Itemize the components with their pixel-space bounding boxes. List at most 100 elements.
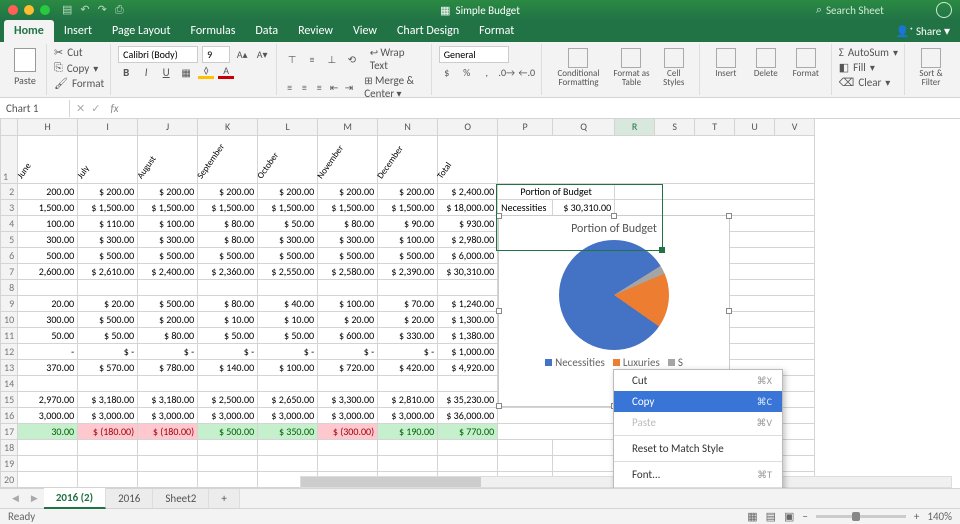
cell[interactable]: $ 20.00 <box>78 295 138 311</box>
cell[interactable]: $ - <box>258 343 318 359</box>
row-header[interactable]: 10 <box>1 311 18 327</box>
cell[interactable]: $ 1,500.00 <box>318 199 378 215</box>
align-left-icon[interactable]: ≡ <box>284 80 295 94</box>
merge-center-button[interactable]: ⊞ Merge & Center ▾ <box>364 74 424 100</box>
tab-chart-design[interactable]: Chart Design <box>387 20 469 42</box>
cell[interactable]: $ - <box>318 343 378 359</box>
sheet-tab[interactable]: 2016 (2) <box>44 488 106 509</box>
column-header[interactable]: O <box>438 119 498 135</box>
cell[interactable]: July <box>78 135 138 183</box>
fill-handle-icon[interactable] <box>659 247 665 253</box>
redo-icon[interactable]: ↷ <box>98 3 107 17</box>
column-header[interactable]: K <box>198 119 258 135</box>
cell[interactable]: $ 35,230.00 <box>438 391 498 407</box>
cell[interactable] <box>138 487 198 488</box>
cell[interactable] <box>198 439 258 455</box>
cell[interactable]: $ 1,380.00 <box>438 327 498 343</box>
cell[interactable]: $ (180.00) <box>138 423 198 439</box>
view-normal-icon[interactable]: ▦ <box>747 510 757 523</box>
tab-format[interactable]: Format <box>469 20 524 42</box>
cell[interactable] <box>78 375 138 391</box>
cell[interactable]: 50.00 <box>18 327 78 343</box>
cell[interactable]: $ 930.00 <box>438 215 498 231</box>
format-painter-button[interactable]: Format <box>72 77 104 90</box>
cell[interactable]: 2,970.00 <box>18 391 78 407</box>
fill-color-button[interactable]: ◊ <box>198 65 214 79</box>
cell[interactable] <box>198 487 258 488</box>
cell[interactable]: 3,000.00 <box>18 407 78 423</box>
cell[interactable] <box>258 455 318 471</box>
cell[interactable]: $ 200.00 <box>378 183 438 199</box>
cell[interactable]: $ 80.00 <box>198 231 258 247</box>
row-header[interactable]: 2 <box>1 183 18 199</box>
clear-icon[interactable]: ⌫ <box>839 76 855 89</box>
cell[interactable]: $ 3,000.00 <box>198 407 258 423</box>
name-box[interactable]: Chart 1 <box>0 100 70 117</box>
column-header[interactable]: I <box>78 119 138 135</box>
context-menu-item[interactable]: Copy⌘C <box>614 391 782 412</box>
paste-button[interactable]: Paste <box>10 46 40 89</box>
cell[interactable] <box>18 455 78 471</box>
cell[interactable]: June <box>18 135 78 183</box>
enter-formula-icon[interactable]: ✓ <box>91 102 100 115</box>
cell[interactable]: $ 500.00 <box>78 247 138 263</box>
cell[interactable]: $ 2,610.00 <box>78 263 138 279</box>
autosum-button[interactable]: AutoSum <box>848 46 889 59</box>
cell[interactable] <box>438 375 498 391</box>
cell[interactable]: $ 18,000.00 <box>438 199 498 215</box>
cell[interactable]: 20.00 <box>18 295 78 311</box>
cell[interactable] <box>78 471 138 487</box>
cell[interactable]: $ 2,360.00 <box>198 263 258 279</box>
border-button[interactable]: ▦ <box>178 65 194 79</box>
row-header[interactable]: 21 <box>1 487 18 488</box>
cell[interactable]: $ 200.00 <box>258 183 318 199</box>
tab-page-layout[interactable]: Page Layout <box>102 20 180 42</box>
cell[interactable]: $ 140.00 <box>198 359 258 375</box>
cell[interactable] <box>378 375 438 391</box>
scrollbar-thumb[interactable] <box>301 477 481 487</box>
sheet-tab[interactable]: Sheet2 <box>153 489 209 508</box>
format-as-table-button[interactable]: Format as Table <box>610 46 653 93</box>
cell[interactable]: $ 2,550.00 <box>258 263 318 279</box>
cell[interactable]: $ (180.00) <box>78 423 138 439</box>
increase-font-icon[interactable]: A▴ <box>234 48 250 62</box>
sort-filter-button[interactable]: Sort & Filter <box>912 46 950 89</box>
cell[interactable]: $ 50.00 <box>198 327 258 343</box>
cell[interactable]: $ - <box>378 343 438 359</box>
cell[interactable]: $ 3,000.00 <box>318 407 378 423</box>
cell[interactable]: $ 2,500.00 <box>198 391 258 407</box>
cell[interactable]: $ 1,000.00 <box>438 343 498 359</box>
cell[interactable]: - <box>18 343 78 359</box>
cell[interactable]: $ 500.00 <box>198 423 258 439</box>
sheet-nav-next-icon[interactable]: ▶ <box>25 493 44 504</box>
cell[interactable]: $ - <box>78 343 138 359</box>
align-right-icon[interactable]: ≡ <box>314 80 325 94</box>
add-sheet-button[interactable]: + <box>209 489 239 508</box>
column-header[interactable]: T <box>695 119 735 135</box>
cell[interactable]: $ 1,500.00 <box>138 199 198 215</box>
cell[interactable]: $ 500.00 <box>198 247 258 263</box>
row-header[interactable]: 9 <box>1 295 18 311</box>
resize-handle-icon[interactable] <box>496 403 502 409</box>
cell[interactable]: $ 2,390.00 <box>378 263 438 279</box>
zoom-level[interactable]: 140% <box>927 510 952 523</box>
undo-icon[interactable]: ↶ <box>80 3 89 17</box>
cell[interactable] <box>78 439 138 455</box>
cell[interactable]: 200.00 <box>18 183 78 199</box>
cell[interactable]: September <box>198 135 258 183</box>
cell[interactable]: Total <box>438 135 498 183</box>
cell[interactable]: $ 4,920.00 <box>438 359 498 375</box>
cell[interactable]: $ 780.00 <box>138 359 198 375</box>
print-icon[interactable]: ⎙ <box>115 3 124 17</box>
cell[interactable] <box>198 375 258 391</box>
cell[interactable]: 300.00 <box>18 231 78 247</box>
cell[interactable] <box>78 279 138 295</box>
cell[interactable]: $ 100.00 <box>138 215 198 231</box>
row-header[interactable]: 15 <box>1 391 18 407</box>
row-header[interactable]: 3 <box>1 199 18 215</box>
row-header[interactable]: 7 <box>1 263 18 279</box>
cell[interactable]: $ (300.00) <box>318 423 378 439</box>
cell[interactable]: $ 2,810.00 <box>378 391 438 407</box>
cell[interactable]: $ 300.00 <box>138 231 198 247</box>
column-header[interactable]: R <box>615 119 655 135</box>
